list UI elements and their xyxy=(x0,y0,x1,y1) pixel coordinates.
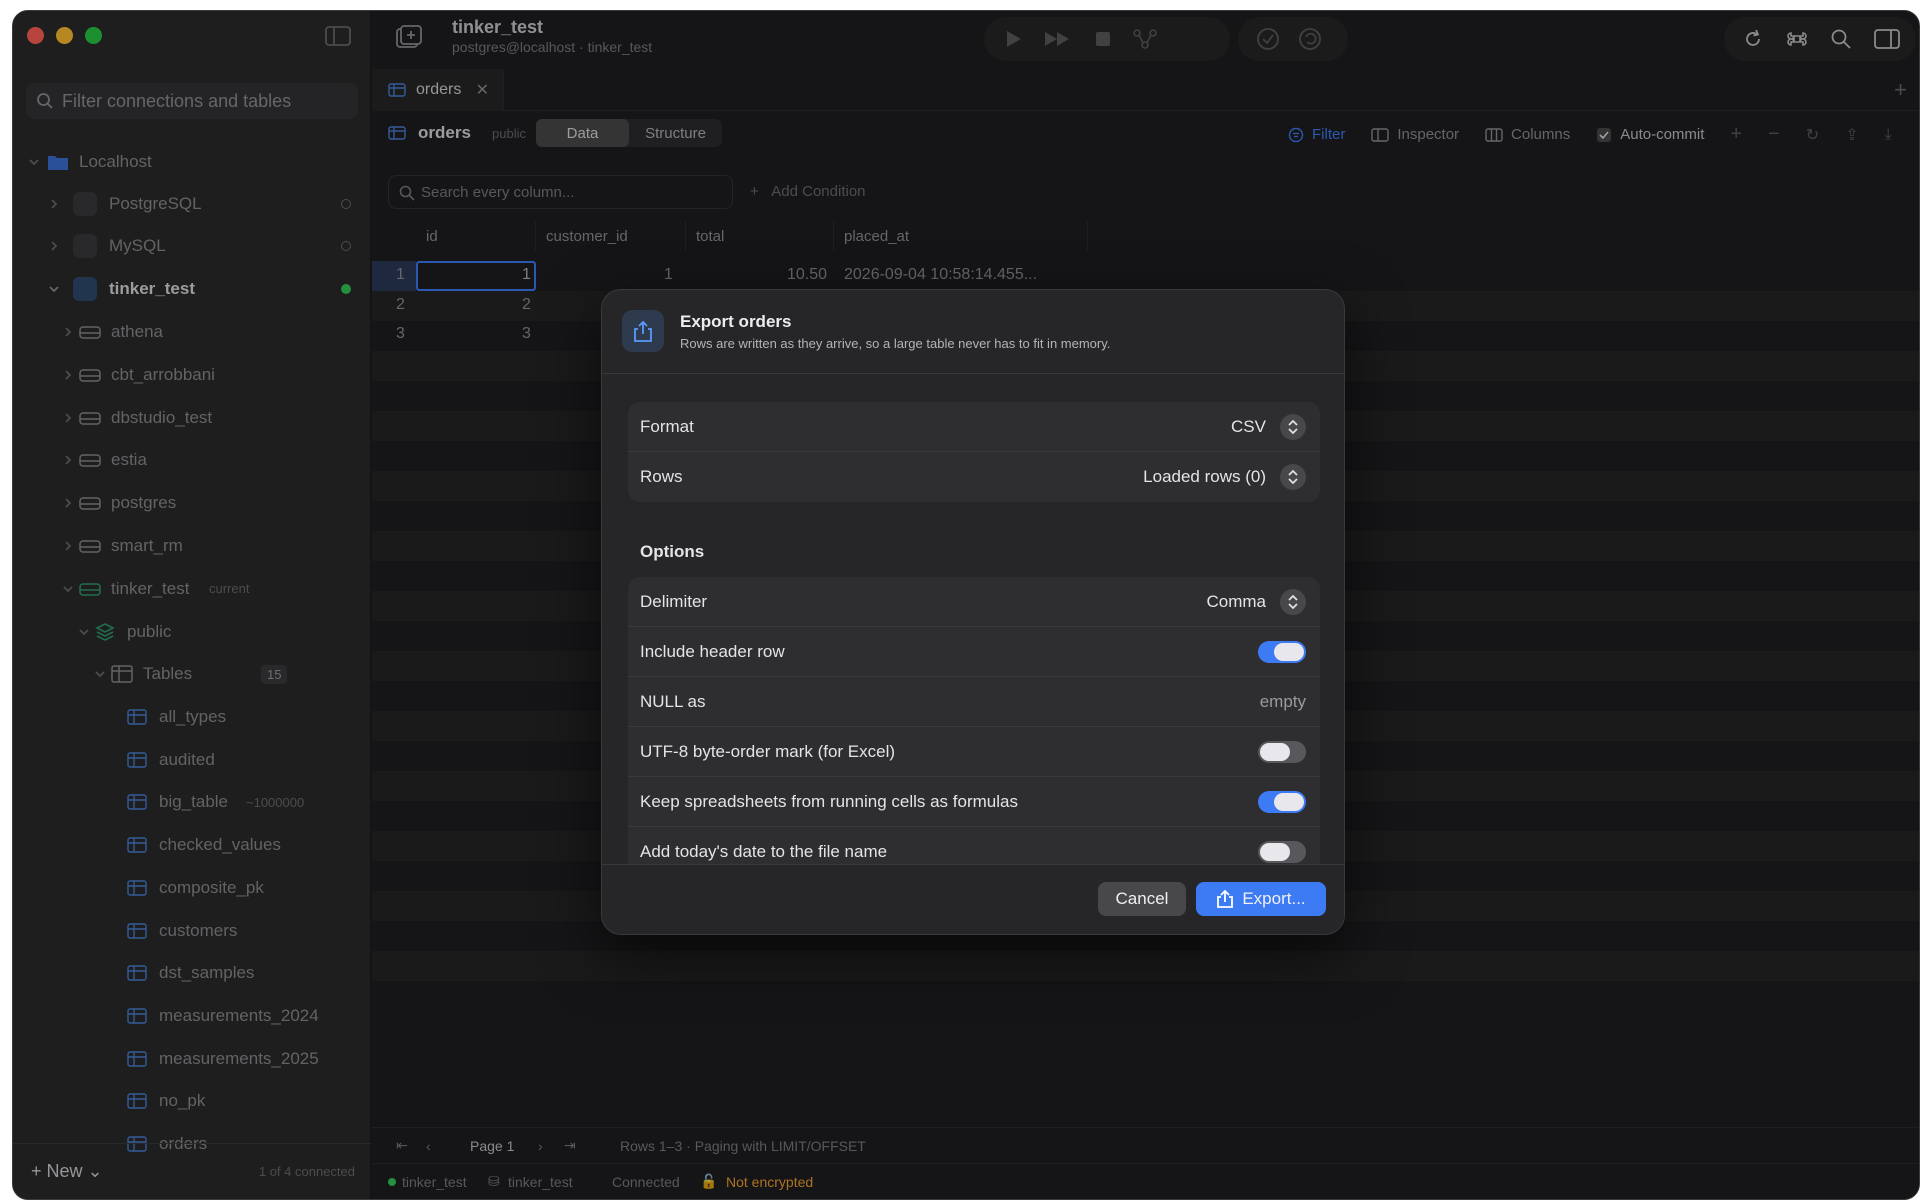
rows-select[interactable]: Loaded rows (0) xyxy=(1143,467,1266,487)
chevron-updown-icon[interactable] xyxy=(1280,464,1306,490)
rows-row[interactable]: Rows Loaded rows (0) xyxy=(628,452,1320,502)
format-row[interactable]: Format CSV xyxy=(628,402,1320,452)
app-window: Filter connections and tables Localhost … xyxy=(12,10,1920,1200)
export-dialog: Export orders Rows are written as they a… xyxy=(601,289,1345,935)
header-row-toggle[interactable] xyxy=(1258,640,1306,663)
null-as-field[interactable]: empty xyxy=(1260,692,1306,712)
dialog-footer: Cancel Export... xyxy=(602,864,1344,934)
chevron-updown-icon[interactable] xyxy=(1280,413,1306,440)
null-as-row: NULL as empty xyxy=(628,677,1320,727)
bom-option: UTF-8 byte-order mark (for Excel) xyxy=(628,727,1320,777)
formulas-toggle[interactable] xyxy=(1258,790,1306,813)
format-group: Format CSV Rows Loaded rows (0) xyxy=(628,402,1320,502)
bom-toggle[interactable] xyxy=(1258,740,1306,763)
formulas-option: Keep spreadsheets from running cells as … xyxy=(628,777,1320,827)
export-button[interactable]: Export... xyxy=(1196,882,1326,916)
header-row-option: Include header row xyxy=(628,627,1320,677)
share-icon xyxy=(1217,889,1234,908)
options-group: Delimiter Comma Include header row NULL … xyxy=(628,577,1320,877)
delimiter-row[interactable]: Delimiter Comma xyxy=(628,577,1320,627)
dialog-title: Export orders xyxy=(680,312,792,331)
format-select[interactable]: CSV xyxy=(1231,417,1266,437)
chevron-updown-icon[interactable] xyxy=(1280,588,1306,615)
options-heading: Options xyxy=(640,542,705,561)
divider xyxy=(602,373,1344,374)
date-toggle[interactable] xyxy=(1258,841,1306,863)
cancel-button[interactable]: Cancel xyxy=(1098,882,1186,916)
dialog-subtitle: Rows are written as they arrive, so a la… xyxy=(680,336,1111,351)
delimiter-select[interactable]: Comma xyxy=(1206,592,1266,612)
share-icon xyxy=(622,310,664,352)
